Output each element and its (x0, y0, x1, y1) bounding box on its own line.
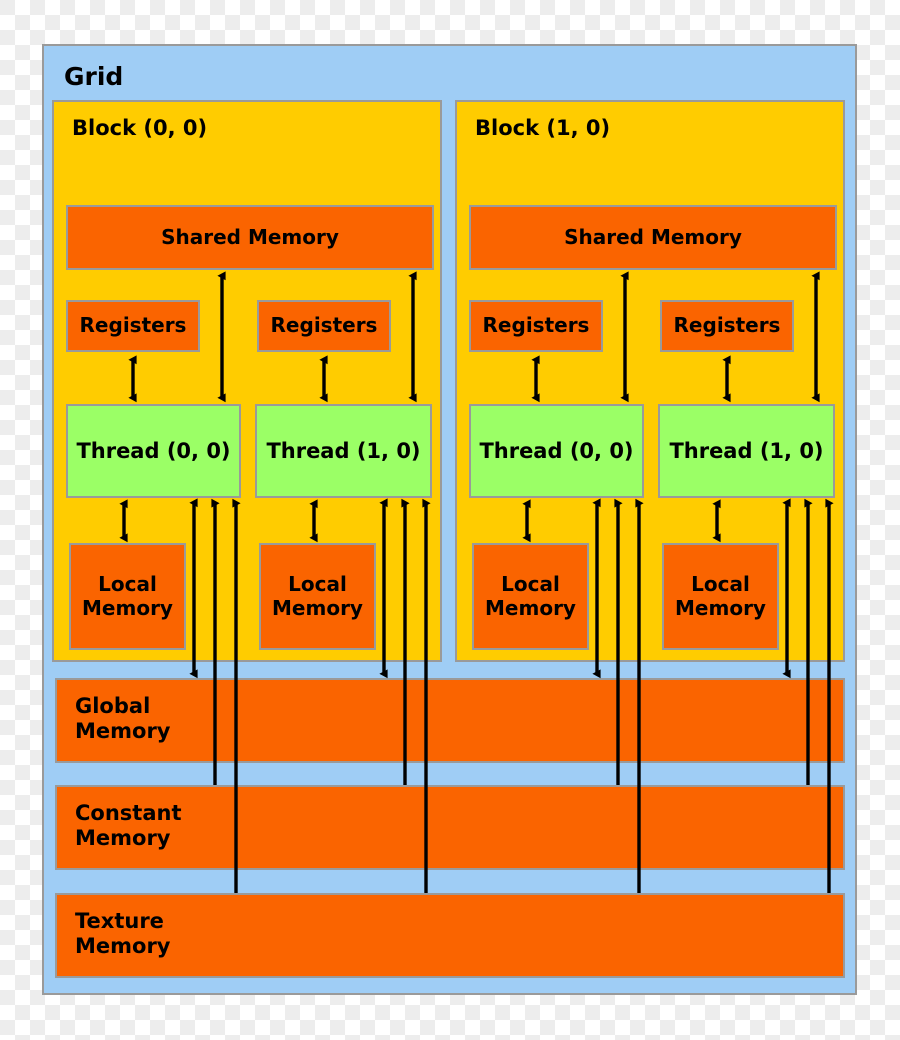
local-memory-block-1-lane-0-label: Local Memory (485, 572, 576, 620)
registers-block-0-lane-0-label: Registers (79, 313, 187, 338)
thread-block-1-lane-0: Thread (0, 0) (469, 404, 644, 498)
registers-block-0-lane-1-label: Registers (270, 313, 378, 338)
constant-memory-label: Constant Memory (75, 801, 182, 850)
global-memory-label: Global Memory (75, 694, 171, 743)
local-memory-block-1-lane-1: Local Memory (662, 543, 779, 650)
registers-block-1-lane-1-label: Registers (673, 313, 781, 338)
thread-block-0-lane-0: Thread (0, 0) (66, 404, 241, 498)
shared-memory-block-1-label: Shared Memory (564, 224, 742, 249)
thread-block-0-lane-1-label: Thread (1, 0) (266, 438, 421, 463)
texture-memory: Texture Memory (55, 893, 845, 978)
registers-block-1-lane-0: Registers (469, 300, 603, 352)
local-memory-block-0-lane-0: Local Memory (69, 543, 186, 650)
registers-block-0-lane-0: Registers (66, 300, 200, 352)
registers-block-1-lane-0-label: Registers (482, 313, 590, 338)
registers-block-0-lane-1: Registers (257, 300, 391, 352)
registers-block-1-lane-1: Registers (660, 300, 794, 352)
thread-block-0-lane-0-label: Thread (0, 0) (76, 438, 231, 463)
block-1-0-label: Block (1, 0) (475, 116, 611, 140)
local-memory-block-0-lane-1: Local Memory (259, 543, 376, 650)
texture-memory-label: Texture Memory (75, 909, 171, 958)
local-memory-block-0-lane-0-label: Local Memory (82, 572, 173, 620)
shared-memory-block-1: Shared Memory (469, 205, 837, 270)
shared-memory-block-0-label: Shared Memory (161, 224, 339, 249)
local-memory-block-1-lane-1-label: Local Memory (675, 572, 766, 620)
diagram-canvas: Grid Block (0, 0) Shared Memory Register… (0, 0, 900, 1040)
block-0-0-label: Block (0, 0) (72, 116, 208, 140)
shared-memory-block-0: Shared Memory (66, 205, 434, 270)
thread-block-0-lane-1: Thread (1, 0) (255, 404, 432, 498)
thread-block-1-lane-1-label: Thread (1, 0) (669, 438, 824, 463)
global-memory: Global Memory (55, 678, 845, 763)
thread-block-1-lane-1: Thread (1, 0) (658, 404, 835, 498)
local-memory-block-0-lane-1-label: Local Memory (272, 572, 363, 620)
constant-memory: Constant Memory (55, 785, 845, 870)
thread-block-1-lane-0-label: Thread (0, 0) (479, 438, 634, 463)
local-memory-block-1-lane-0: Local Memory (472, 543, 589, 650)
